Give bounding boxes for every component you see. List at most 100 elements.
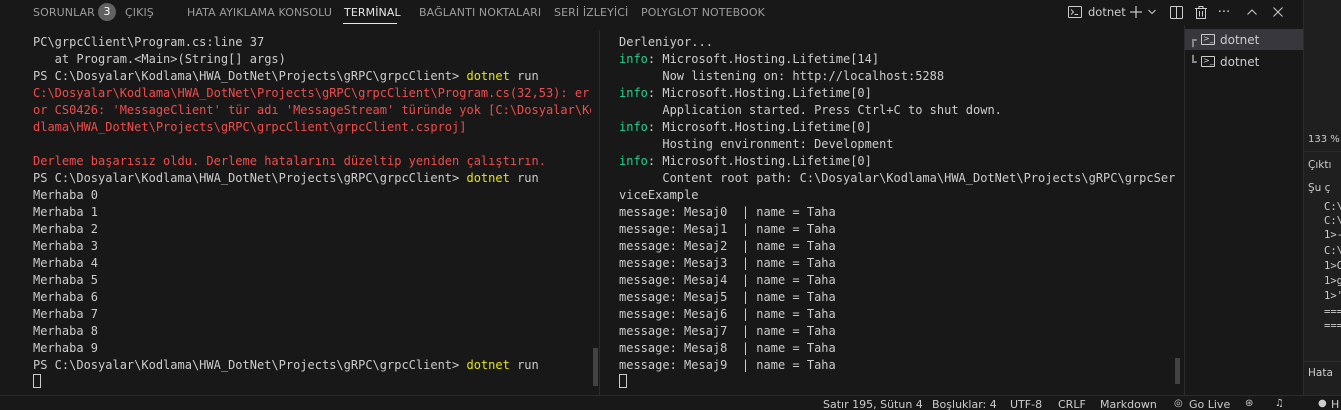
terminal-line: info: Microsoft.Hosting.Lifetime[14] — [619, 51, 1177, 68]
terminal-line: viceExample — [619, 187, 1177, 204]
terminal-line: Hosting environment: Development — [619, 136, 1177, 153]
terminal-line-text: message: Mesaj8 | name = Taha — [619, 341, 836, 355]
terminal-tabs-list: ┏ >_ dotnet ┗ >_ dotnet — [1184, 25, 1304, 395]
settings-sync-icon[interactable]: ● — [1318, 398, 1327, 409]
terminal-line-text: at Program.<Main>(String[] args) — [33, 52, 286, 66]
language-mode[interactable]: Markdown — [1100, 398, 1157, 410]
terminal-line-text: message: Mesaj4 | name = Taha — [619, 273, 836, 287]
terminal-line-text: Merhaba 5 — [33, 273, 99, 287]
terminal-line: dlama\HWA_DotNet\Projects\gRPC\grpcClien… — [33, 119, 591, 136]
terminal-line: PS C:\Dosyalar\Kodlama\HWA_DotNet\Projec… — [33, 357, 591, 374]
command-name: dotnet — [466, 171, 510, 185]
errors-panel-title: Hata — [1308, 367, 1333, 379]
new-terminal-icon[interactable] — [1128, 2, 1144, 22]
terminal-line: Merhaba 4 — [33, 255, 591, 272]
output-panel-title: Çıktı — [1308, 159, 1332, 171]
chevron-down-icon[interactable] — [1146, 2, 1158, 22]
tab-problems[interactable]: SORUNLAR — [33, 6, 95, 19]
terminal-line-text: dlama\HWA_DotNet\Projects\gRPC\grpcClien… — [33, 120, 467, 134]
command-args: run — [509, 69, 539, 83]
trash-icon[interactable] — [1193, 2, 1209, 22]
line-ending[interactable]: CRLF — [1058, 398, 1086, 410]
cursor-position[interactable]: Satır 195, Sütun 4 — [823, 398, 923, 410]
output-line: C:\ — [1324, 201, 1341, 213]
output-panel-subtitle: Şu ç — [1308, 182, 1331, 194]
log-message: : Microsoft.Hosting.Lifetime[0] — [647, 86, 872, 100]
terminal-list-item[interactable]: ┏ >_ dotnet — [1185, 29, 1304, 50]
tab-terminal[interactable]: TERMİNAL — [344, 6, 401, 19]
output-line: 1>' — [1324, 290, 1341, 302]
terminal-line: at Program.<Main>(String[] args) — [33, 51, 591, 68]
file-encoding[interactable]: UTF-8 — [1010, 398, 1042, 410]
terminal-line-text: Merhaba 6 — [33, 290, 99, 304]
command-name: dotnet — [466, 69, 510, 83]
status-bar: Satır 195, Sütun 4 Boşluklar: 4 UTF-8 CR… — [0, 395, 1341, 410]
terminal-line: or CS0426: 'MessageClient' tür adı 'Mess… — [33, 102, 591, 119]
terminal-right-scrollbar[interactable] — [1175, 358, 1180, 384]
terminal-prompt-line[interactable] — [33, 374, 591, 391]
terminal-line: PS C:\Dosyalar\Kodlama\HWA_DotNet\Projec… — [33, 170, 591, 187]
terminal-line-text: message: Mesaj1 | name = Taha — [619, 222, 836, 236]
terminal-line-text: Application started. Press Ctrl+C to shu… — [619, 103, 1002, 117]
log-level-label: info — [619, 154, 648, 168]
maximize-panel-icon[interactable] — [1244, 2, 1260, 22]
terminal-line: message: Mesaj4 | name = Taha — [619, 272, 1177, 289]
terminal-line: Merhaba 2 — [33, 221, 591, 238]
terminal-prompt-line[interactable] — [619, 374, 1177, 391]
output-line: C:\ — [1324, 245, 1341, 257]
tab-serial-monitor[interactable]: SERİ İZLEYİCİ — [554, 6, 628, 19]
terminal-icon — [1066, 2, 1084, 22]
terminal-left-scrollbar[interactable] — [593, 348, 598, 386]
copilot-icon[interactable]: ⊛ — [1245, 398, 1253, 409]
active-terminal-name[interactable]: dotnet — [1088, 5, 1126, 19]
terminal-line-text: Now listening on: http://localhost:5288 — [619, 69, 945, 83]
terminal-line-text: message: Mesaj2 | name = Taha — [619, 239, 836, 253]
status-truncated-item: H — [1331, 398, 1340, 410]
split-terminal-icon[interactable] — [1167, 2, 1185, 22]
tab-output[interactable]: ÇIKIŞ — [125, 6, 154, 19]
tab-ports[interactable]: BAĞLANTI NOKTALARI — [419, 6, 541, 19]
output-line: === — [1324, 306, 1341, 318]
terminal-line-text: Merhaba 4 — [33, 256, 99, 270]
terminal-line-text: or CS0426: 'MessageClient' tür adı 'Mess… — [33, 103, 591, 117]
terminal-line: Now listening on: http://localhost:5288 — [619, 68, 1177, 85]
tab-polyglot-notebook[interactable]: POLYGLOT NOTEBOOK — [641, 6, 765, 19]
terminal-line: message: Mesaj2 | name = Taha — [619, 238, 1177, 255]
terminal-line: message: Mesaj1 | name = Taha — [619, 221, 1177, 238]
terminal-cursor — [33, 374, 41, 388]
log-message: : Microsoft.Hosting.Lifetime[14] — [647, 52, 880, 66]
terminal-line-text: Merhaba 1 — [33, 205, 99, 219]
terminal-line: Derleniyor... — [619, 34, 1177, 51]
terminal-line: Merhaba 1 — [33, 204, 591, 221]
more-actions-icon[interactable]: ··· — [1216, 2, 1232, 22]
terminal-icon: >_ — [1201, 34, 1215, 45]
terminal-line-text: message: Mesaj3 | name = Taha — [619, 256, 836, 270]
panel-tab-bar: SORUNLAR 3 ÇIKIŞ HATA AYIKLAMA KONSOLU T… — [0, 0, 1303, 25]
terminal-list-item[interactable]: ┗ >_ dotnet — [1185, 51, 1304, 72]
terminal-line-text: Merhaba 8 — [33, 324, 99, 338]
output-line: === — [1324, 320, 1341, 332]
log-message: : Microsoft.Hosting.Lifetime[0] — [647, 120, 872, 134]
terminal-line-text: message: Mesaj9 | name = Taha — [619, 358, 836, 372]
terminal-pane-right[interactable]: Derleniyor... info: Microsoft.Hosting.Lif… — [619, 34, 1177, 391]
terminal-line-text: viceExample — [619, 188, 699, 202]
terminal-line-text: Merhaba 9 — [33, 341, 99, 355]
output-line: 1>g — [1324, 275, 1341, 287]
divider — [1304, 361, 1341, 362]
terminal-split-divider[interactable] — [599, 30, 600, 395]
terminal-line: Application started. Press Ctrl+C to shu… — [619, 102, 1177, 119]
terminal-line: Merhaba 3 — [33, 238, 591, 255]
terminal-line-text: Merhaba 7 — [33, 307, 99, 321]
terminal-cursor — [619, 374, 627, 388]
close-panel-icon[interactable] — [1270, 2, 1286, 22]
output-side-panel: 133 % Çıktı Şu ç C:\ C:\ 1>- C:\ 1>C 1>g… — [1303, 0, 1341, 395]
indentation-setting[interactable]: Boşluklar: 4 — [932, 398, 997, 410]
terminal-line: Content root path: C:\Dosyalar\Kodlama\H… — [619, 170, 1177, 187]
go-live-button[interactable]: Go Live — [1189, 398, 1230, 410]
terminal-pane-left[interactable]: PC\grpcClient\Program.cs:line 37 at Prog… — [33, 34, 591, 391]
terminal-line-text: Content root path: C:\Dosyalar\Kodlama\H… — [619, 171, 1176, 185]
tab-debug-console[interactable]: HATA AYIKLAMA KONSOLU — [187, 6, 332, 19]
log-message: : Microsoft.Hosting.Lifetime[0] — [647, 154, 872, 168]
notifications-icon[interactable]: ♫ — [1275, 398, 1284, 409]
